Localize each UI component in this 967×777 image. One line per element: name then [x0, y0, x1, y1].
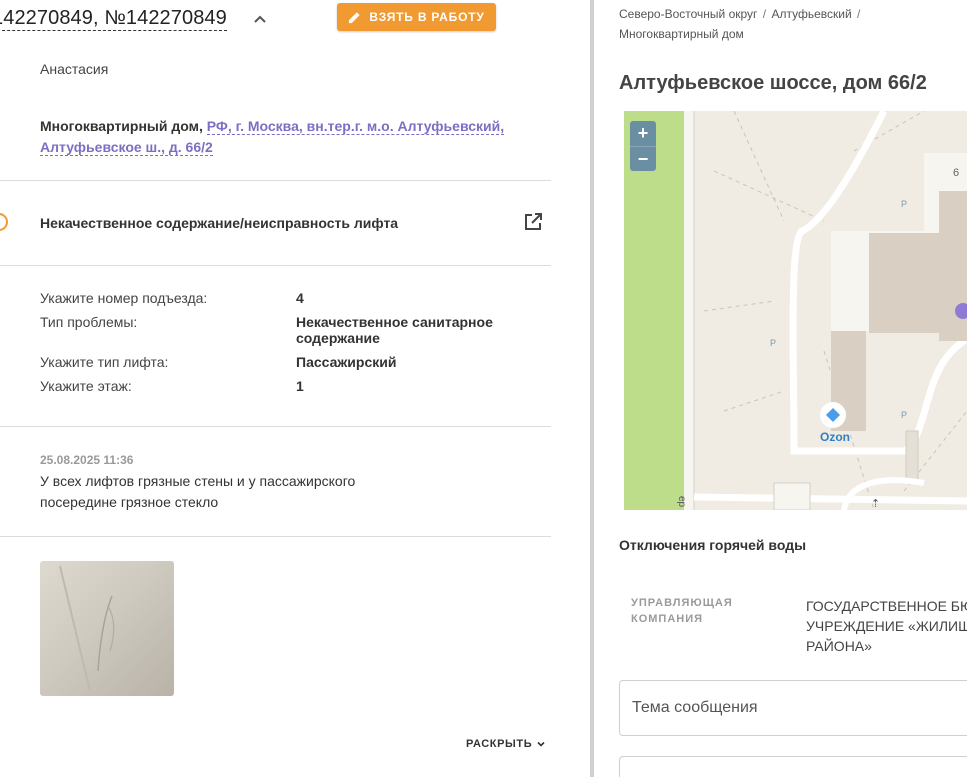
subject-placeholder: Тема сообщения [632, 699, 758, 716]
ticket-title[interactable]: 142270849, №142270849 [0, 7, 227, 31]
ticket-panel: 142270849, №142270849 ВЗЯТЬ В РАБОТУ Ана… [0, 0, 590, 777]
field-label-lift-type: Укажите тип лифта: [40, 354, 169, 370]
parking-marker: P [770, 338, 777, 348]
expand-button[interactable]: РАСКРЫТЬ [466, 738, 546, 750]
pencil-icon [349, 11, 360, 23]
field-label-floor: Укажите этаж: [40, 378, 132, 394]
zoom-out-button[interactable]: − [630, 146, 656, 171]
photo-content [59, 565, 115, 692]
problem-title: Некачественное содержание/неисправность … [40, 215, 399, 231]
expand-label: РАСКРЫТЬ [466, 738, 533, 750]
message-input[interactable] [619, 756, 967, 777]
status-indicator [0, 213, 8, 231]
breadcrumb-district[interactable]: Алтуфьевский [771, 7, 851, 21]
divider [0, 536, 551, 537]
hot-water-outages[interactable]: Отключения горячей воды [619, 537, 806, 553]
breadcrumb: Северо-Восточный округ / Алтуфьевский / … [619, 7, 861, 41]
breadcrumb-type[interactable]: Многоквартирный дом [619, 27, 744, 41]
chevron-up-icon[interactable] [252, 12, 268, 28]
comment-text: У всех лифтов грязные стены и у пассажир… [40, 473, 356, 510]
building-number: 6 [953, 167, 960, 179]
address-prefix: Многоквартирный дом, [40, 118, 203, 134]
author-name: Анастасия [40, 61, 109, 77]
house-panel: Северо-Восточный округ / Алтуфьевский / … [594, 0, 967, 777]
take-to-work-button[interactable]: ВЗЯТЬ В РАБОТУ [337, 3, 496, 31]
field-label-problem-type: Тип проблемы: [40, 314, 138, 330]
house-title: Алтуфьевское шоссе, дом 66/2 [619, 72, 927, 94]
management-company-label: УПРАВЛЯЮЩАЯ КОМПАНИЯ [631, 595, 741, 627]
map-zoom-control: + − [630, 121, 656, 171]
arrow-up-icon: ⇡ [871, 498, 881, 510]
field-value-entrance: 4 [296, 290, 304, 306]
management-company-value: ГОСУДАРСТВЕННОЕ БЮДЖЕТНОЕ УЧРЕЖДЕНИЕ «ЖИ… [806, 596, 967, 656]
field-value-lift-type: Пассажирский [296, 354, 397, 370]
subject-input[interactable]: Тема сообщения [619, 680, 967, 736]
open-external-icon[interactable] [523, 212, 543, 232]
parking-marker: P [901, 199, 908, 209]
map[interactable]: P P P 6 ер ⇡ Ozon + − [624, 111, 967, 510]
management-company-label-text: УПРАВЛЯЮЩАЯ КОМПАНИЯ [631, 597, 733, 625]
field-value-floor: 1 [296, 378, 304, 394]
breadcrumb-okrug[interactable]: Северо-Восточный округ [619, 7, 757, 21]
comment-date: 25.08.2025 11:36 [40, 453, 134, 467]
zoom-in-button[interactable]: + [630, 121, 656, 146]
attached-photo[interactable] [40, 561, 174, 696]
field-label-entrance: Укажите номер подъезда: [40, 290, 208, 306]
address: Многоквартирный дом, РФ, г. Москва, вн.т… [40, 116, 510, 158]
divider [0, 426, 551, 427]
management-company-name: ГОСУДАРСТВЕННОЕ БЮДЖЕТНОЕ УЧРЕЖДЕНИЕ «ЖИ… [806, 598, 967, 654]
divider [0, 265, 551, 266]
chevron-down-icon [537, 741, 545, 747]
parking-marker: P [901, 410, 908, 420]
street-label: ер [676, 495, 688, 508]
field-value-problem-type: Некачественное санитарное содержание [296, 314, 493, 346]
map-canvas [624, 111, 967, 510]
divider [0, 180, 551, 181]
take-to-work-label: ВЗЯТЬ В РАБОТУ [369, 10, 485, 24]
poi-label-ozon[interactable]: Ozon [820, 430, 850, 444]
ticket-number[interactable]: 142270849, №142270849 [0, 7, 227, 31]
